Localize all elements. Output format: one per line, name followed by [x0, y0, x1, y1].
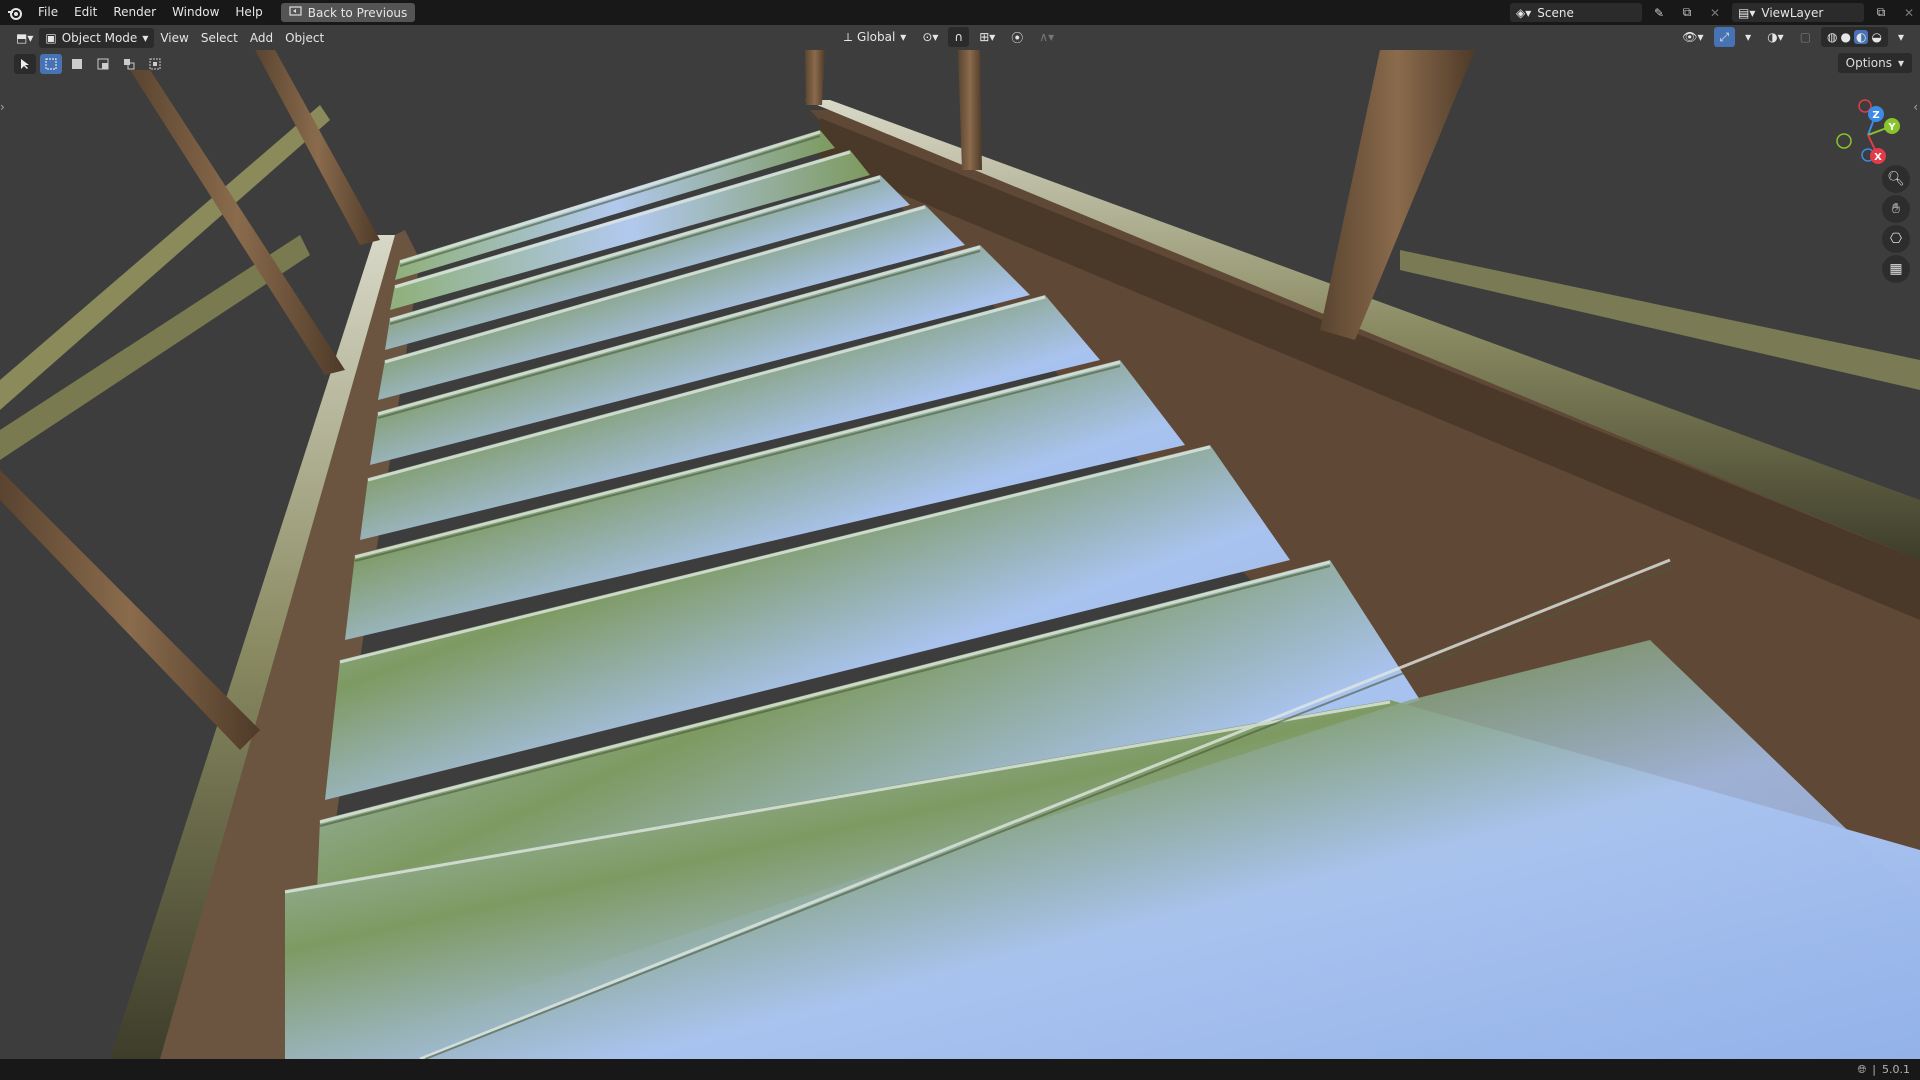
select-tool-icon[interactable]	[14, 54, 36, 74]
back-to-previous-button[interactable]: Back to Previous	[280, 3, 416, 22]
pivot-point-selector[interactable]: ⊙▾	[916, 27, 944, 47]
pin-icon[interactable]: ✎	[1648, 3, 1670, 22]
orientation-icon: ⟂	[844, 29, 853, 44]
gizmo-z-label: Z	[1872, 110, 1879, 121]
proportional-icon: ⦿	[1011, 30, 1024, 45]
screen-icon	[289, 5, 302, 20]
gizmo-toggle[interactable]: ⤢	[1713, 27, 1736, 47]
menu-help[interactable]: Help	[227, 0, 270, 25]
top-right-controls: ◈▾ Scene ✎ ⧉ ✕ ▤▾ ViewLayer ⧉ ✕	[1510, 0, 1920, 25]
3d-viewport-icon: ⬒▾	[16, 30, 34, 45]
select-box-invert-icon[interactable]	[118, 54, 140, 74]
select-box-new-icon[interactable]	[40, 54, 62, 74]
scene-icon: ◈▾	[1516, 5, 1532, 20]
overlays-toggle[interactable]: ◑▾	[1761, 27, 1790, 47]
magnet-icon: ∩	[954, 30, 964, 44]
blender-logo-icon[interactable]	[0, 0, 30, 25]
gizmo-x-label: X	[1874, 152, 1882, 163]
tool-header	[14, 54, 166, 74]
new-scene-icon[interactable]: ⧉	[1676, 3, 1698, 22]
menu-select[interactable]: Select	[195, 28, 244, 48]
editor-type-selector[interactable]: ⬒▾	[10, 28, 39, 48]
chevron-down-icon: ▾	[1745, 30, 1752, 44]
menu-edit[interactable]: Edit	[66, 0, 105, 25]
camera-view-icon[interactable]: ⎔	[1882, 225, 1910, 253]
menu-render[interactable]: Render	[105, 0, 164, 25]
chevron-down-icon: ▾	[900, 30, 907, 44]
status-bar: 🌐︎ | 5.0.1	[0, 1059, 1920, 1080]
xray-toggle[interactable]: ▢	[1794, 27, 1817, 47]
menu-add[interactable]: Add	[244, 28, 279, 48]
gizmo-dropdown[interactable]: ▾	[1739, 27, 1757, 47]
top-bar: File Edit Render Window Help Back to Pre…	[0, 0, 1920, 25]
select-box-subtract-icon[interactable]	[92, 54, 114, 74]
eye-icon: 👁︎▾	[1682, 30, 1704, 44]
visibility-selector[interactable]: 👁︎▾	[1676, 27, 1709, 47]
version-label: 5.0.1	[1882, 1063, 1910, 1076]
shading-dropdown[interactable]: ▾	[1892, 27, 1910, 47]
toolbar-expand-icon[interactable]: ›	[0, 100, 5, 114]
snap-increment-icon: ⊞▾	[979, 30, 996, 44]
menu-window[interactable]: Window	[164, 0, 227, 25]
mode-label: Object Mode	[61, 30, 138, 45]
zoom-icon[interactable]: 🔍︎	[1882, 165, 1910, 193]
transform-orientation-selector[interactable]: ⟂ Global ▾	[838, 27, 912, 47]
shading-modes: ◍ ● ◐ ◒	[1821, 27, 1888, 47]
mode-selector[interactable]: ▣ Object Mode ▾	[39, 27, 155, 48]
back-to-previous-label: Back to Previous	[307, 5, 408, 20]
proportional-edit-toggle[interactable]: ⦿	[1005, 27, 1029, 47]
options-label: Options	[1845, 56, 1892, 70]
status-divider: |	[1872, 1063, 1876, 1076]
options-dropdown[interactable]: Options ▾	[1837, 53, 1912, 73]
orientation-label: Global	[857, 30, 896, 44]
close-scene-icon[interactable]: ✕	[1704, 3, 1726, 22]
chevron-down-icon: ▾	[1897, 30, 1904, 44]
scene-selector[interactable]: ◈▾ Scene	[1510, 3, 1642, 22]
chevron-down-icon: ▾	[142, 30, 149, 45]
viewport-scene	[0, 50, 1920, 1059]
pan-hand-icon[interactable]: ✋︎	[1882, 195, 1910, 223]
center-header-tools: ⟂ Global ▾ ⊙▾ ∩ ⊞▾ ⦿ ∧▾	[838, 27, 1060, 47]
scene-name: Scene	[1537, 5, 1574, 20]
solid-shading-icon[interactable]: ●	[1841, 30, 1851, 44]
close-view-layer-icon[interactable]: ✕	[1898, 3, 1920, 22]
view-layer-name: ViewLayer	[1761, 5, 1824, 20]
snap-toggle[interactable]: ∩	[948, 27, 970, 47]
viewport-header: ⬒▾ ▣ Object Mode ▾ View Select Add Objec…	[0, 25, 1920, 50]
falloff-curve-icon: ∧▾	[1039, 30, 1055, 44]
rendered-shading-icon[interactable]: ◒	[1871, 30, 1881, 44]
gizmo-icon: ⤢	[1719, 29, 1730, 44]
navigation-gizmo[interactable]: Z Y X	[1828, 90, 1908, 170]
view-layer-selector[interactable]: ▤▾ ViewLayer	[1732, 3, 1864, 22]
proportional-falloff-selector[interactable]: ∧▾	[1033, 27, 1060, 47]
network-icon: 🌐︎	[1857, 1062, 1867, 1076]
gizmo-y-label: Y	[1887, 122, 1896, 133]
xray-icon: ▢	[1799, 30, 1812, 44]
perspective-grid-icon[interactable]: ▦	[1882, 255, 1910, 283]
3d-viewport[interactable]: › ‹ Options ▾ Z Y X 🔍︎ ✋︎ ⎔ ▦	[0, 50, 1920, 1059]
overlays-icon: ◑▾	[1767, 30, 1784, 44]
snap-target-selector[interactable]: ⊞▾	[973, 27, 1001, 47]
chevron-down-icon: ▾	[1897, 56, 1904, 70]
right-header-tools: 👁︎▾ ⤢ ▾ ◑▾ ▢ ◍ ● ◐ ◒ ▾	[1676, 27, 1910, 47]
wireframe-shading-icon[interactable]: ◍	[1827, 30, 1837, 44]
pivot-icon: ⊙▾	[922, 30, 939, 44]
new-view-layer-icon[interactable]: ⧉	[1870, 3, 1892, 22]
select-box-extend-icon[interactable]	[66, 54, 88, 74]
view-layer-icon: ▤▾	[1738, 5, 1756, 20]
sidebar-expand-icon[interactable]: ‹	[1913, 100, 1918, 114]
menu-view[interactable]: View	[154, 28, 194, 48]
material-shading-icon[interactable]: ◐	[1854, 30, 1869, 44]
menu-file[interactable]: File	[30, 0, 66, 25]
object-mode-icon: ▣	[45, 30, 57, 45]
menu-object[interactable]: Object	[279, 28, 330, 48]
select-box-intersect-icon[interactable]	[144, 54, 166, 74]
